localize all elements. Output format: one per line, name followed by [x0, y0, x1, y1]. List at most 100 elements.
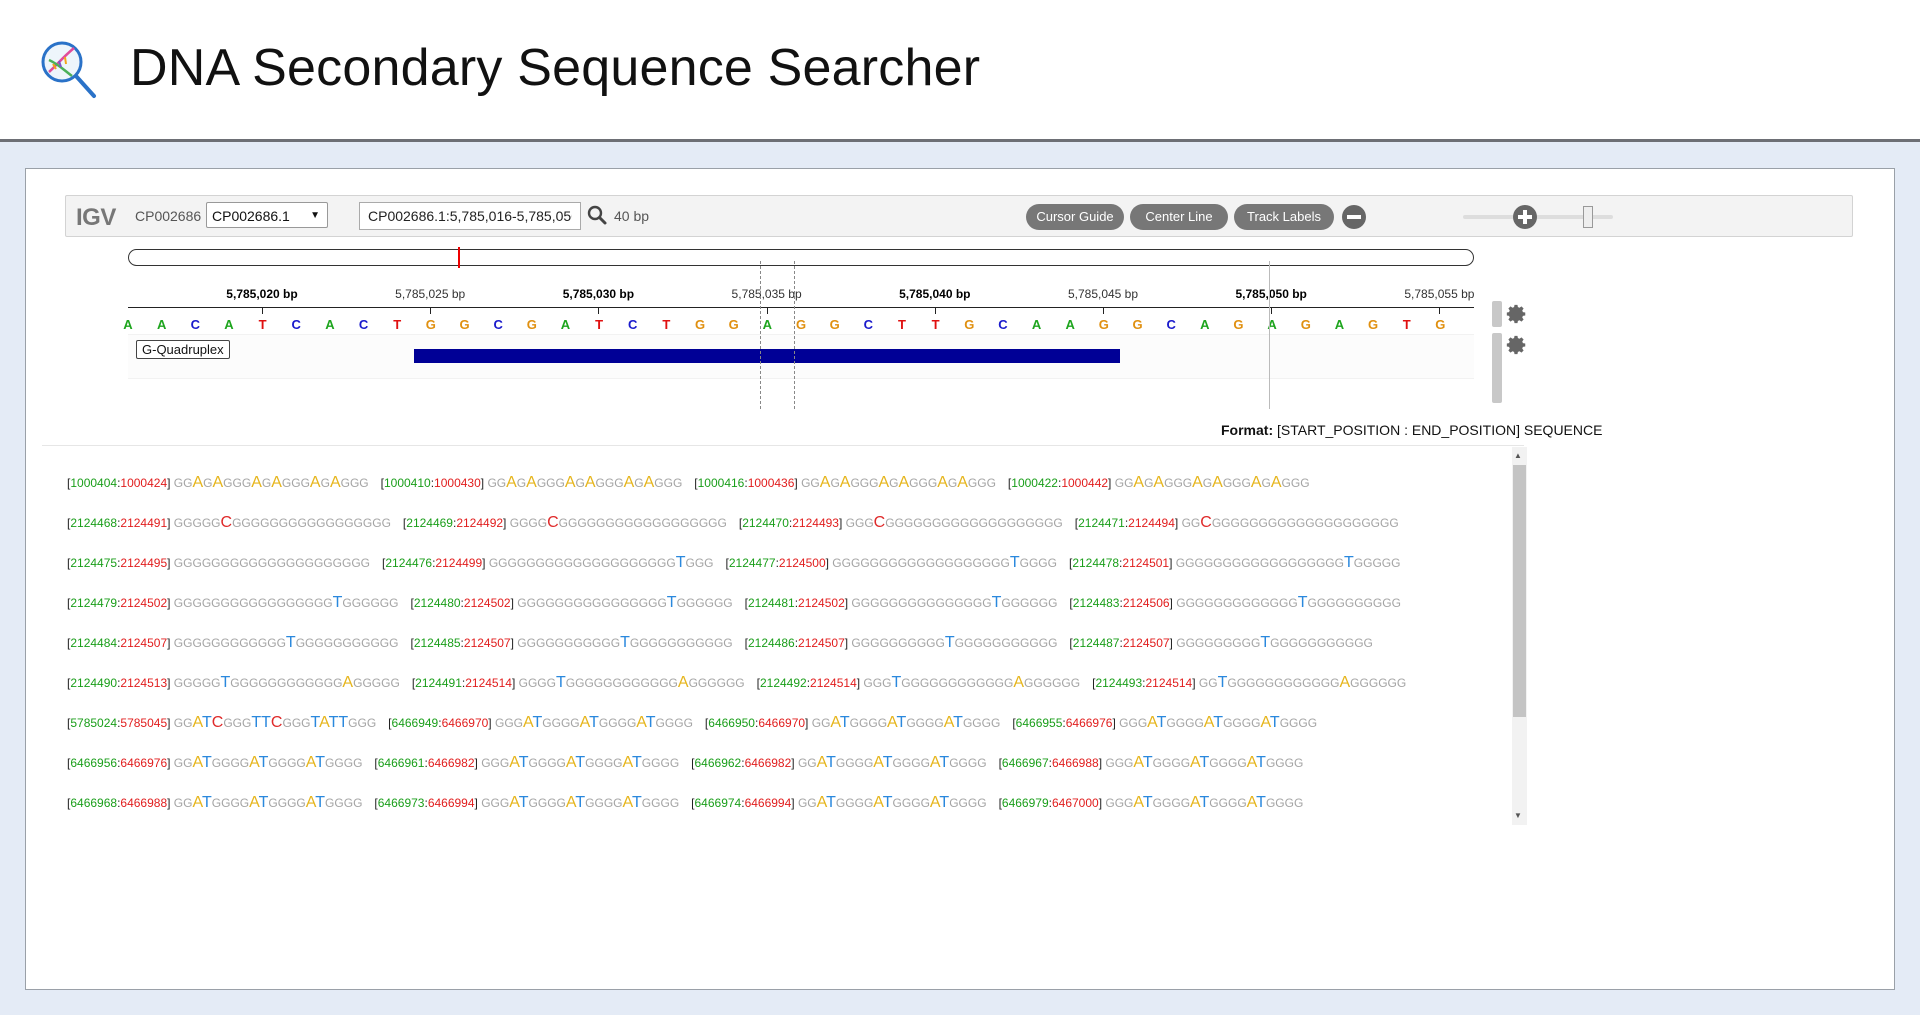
- sequence-track-handle[interactable]: [1492, 301, 1502, 327]
- result-end: 6466988: [120, 796, 168, 810]
- feature-track-handle[interactable]: [1492, 333, 1502, 403]
- sequence-base: C: [190, 317, 200, 332]
- result-entry[interactable]: [2124492:2124514] GGGTGGGGGGGGGGGGAGGGGG…: [757, 674, 1080, 692]
- result-entry[interactable]: [2124481:2124502] GGGGGGGGGGGGGGGTGGGGGG: [745, 594, 1058, 612]
- result-entry[interactable]: [2124476:2124499] GGGGGGGGGGGGGGGGGGGGTG…: [382, 554, 713, 572]
- cursor-guide-button[interactable]: Cursor Guide: [1026, 204, 1124, 230]
- sequence-base: A: [224, 317, 234, 332]
- result-entry[interactable]: [6466956:6466976] GGATGGGGATGGGGATGGGG: [67, 754, 362, 772]
- result-sequence: GGGGGGGGGGGGGTGGGGGGGGGG: [1176, 594, 1401, 611]
- result-entry[interactable]: [2124490:2124513] GGGGGTGGGGGGGGGGGGAGGG…: [67, 674, 400, 692]
- result-entry[interactable]: [2124469:2124492] GGGGCGGGGGGGGGGGGGGGGG…: [403, 514, 727, 532]
- result-end: 1000430: [434, 476, 481, 490]
- ruler-tick-label: 5,785,035 bp: [731, 287, 802, 301]
- sequence-base: C: [358, 317, 369, 332]
- result-sequence: GGGGCGGGGGGGGGGGGGGGGGG: [509, 514, 727, 531]
- result-sequence: GGGGGGGGGGGGGGGGGGTGGGGG: [1175, 554, 1401, 571]
- result-start: 2124479: [70, 596, 118, 610]
- results-scroll-thumb[interactable]: [1513, 465, 1526, 717]
- result-start: 6466974: [694, 796, 742, 810]
- result-row: [1000404:1000424] GGAGAGGGAGAGGGAGAGGG [1…: [67, 474, 1322, 492]
- sequence-base: A: [325, 317, 335, 332]
- igv-panel: IGV CP002686 CP002686.1 ▼ 40 bp Cursor G…: [25, 168, 1895, 990]
- result-entry[interactable]: [2124485:2124507] GGGGGGGGGGGTGGGGGGGGGG…: [410, 634, 732, 652]
- result-entry[interactable]: [1000416:1000436] GGAGAGGGAGAGGGAGAGGG: [694, 474, 996, 492]
- result-entry[interactable]: [2124487:2124507] GGGGGGGGGTGGGGGGGGGGG: [1069, 634, 1372, 652]
- result-row: [5785024:5785045] GGATCGGGTTCGGGTATTGGG […: [67, 714, 1329, 732]
- ruler-tick: [430, 308, 432, 314]
- result-sequence: GGGGGGGGGGGGGGGTGGGGGG: [851, 594, 1058, 611]
- g-quadruplex-feature[interactable]: [414, 349, 1120, 363]
- result-entry[interactable]: [1000410:1000430] GGAGAGGGAGAGGGAGAGGG: [381, 474, 683, 492]
- zoom-slider-thumb[interactable]: [1583, 206, 1593, 228]
- result-start: 2124481: [747, 596, 795, 610]
- chromosome-select[interactable]: CP002686.1 ▼: [206, 202, 328, 228]
- result-entry[interactable]: [6466967:6466988] GGGATGGGGATGGGGATGGGG: [999, 754, 1304, 772]
- result-end: 6466982: [427, 756, 475, 770]
- chromosome-ideogram[interactable]: [128, 249, 1474, 266]
- search-icon[interactable]: [586, 204, 608, 226]
- result-entry[interactable]: [6466968:6466988] GGATGGGGATGGGGATGGGG: [67, 794, 362, 812]
- result-entry[interactable]: [2124468:2124491] GGGGGCGGGGGGGGGGGGGGGG…: [67, 514, 391, 532]
- zoom-in-icon[interactable]: [1510, 202, 1540, 232]
- zoom-out-icon[interactable]: [1339, 202, 1369, 232]
- locus-search-input[interactable]: [359, 202, 581, 230]
- result-entry[interactable]: [1000422:1000442] GGAGAGGGAGAGGGAGAGGG: [1008, 474, 1310, 492]
- gear-icon[interactable]: [1506, 303, 1528, 325]
- result-sequence: GGAGAGGGAGAGGGAGAGGG: [1114, 474, 1310, 491]
- result-entry[interactable]: [6466961:6466982] GGGATGGGGATGGGGATGGGG: [374, 754, 679, 772]
- result-entry[interactable]: [2124484:2124507] GGGGGGGGGGGGTGGGGGGGGG…: [67, 634, 398, 652]
- sequence-base: A: [762, 317, 773, 332]
- scroll-up-icon[interactable]: ▲: [1514, 451, 1522, 460]
- result-end: 6466970: [441, 716, 489, 730]
- track-labels-button[interactable]: Track Labels: [1234, 204, 1334, 230]
- result-start: 6466956: [70, 756, 118, 770]
- sequence-base: G: [728, 317, 739, 332]
- sequence-base: T: [595, 317, 604, 332]
- result-entry[interactable]: [1000404:1000424] GGAGAGGGAGAGGGAGAGGG: [67, 474, 369, 492]
- result-sequence: GGAGAGGGAGAGGGAGAGGG: [801, 474, 996, 491]
- result-entry[interactable]: [6466950:6466970] GGATGGGGATGGGGATGGGG: [705, 714, 1000, 732]
- ruler-tick-label: 5,785,050 bp: [1235, 287, 1307, 301]
- sequence-base: G: [795, 317, 807, 332]
- sequence-base: A: [123, 317, 133, 332]
- chromosome-select-value: CP002686.1: [212, 208, 290, 224]
- result-entry[interactable]: [2124478:2124501] GGGGGGGGGGGGGGGGGGTGGG…: [1069, 554, 1400, 572]
- result-row: [2124484:2124507] GGGGGGGGGGGGTGGGGGGGGG…: [67, 634, 1385, 652]
- result-entry[interactable]: [6466962:6466982] GGATGGGGATGGGGATGGGG: [691, 754, 986, 772]
- result-entry[interactable]: [2124480:2124502] GGGGGGGGGGGGGGGGTGGGGG…: [410, 594, 732, 612]
- result-entry[interactable]: [2124471:2124494] GGCGGGGGGGGGGGGGGGGGGG…: [1075, 514, 1399, 532]
- dna-search-logo-icon: [41, 41, 96, 98]
- sequence-base: G: [1132, 317, 1143, 332]
- result-start: 2124490: [70, 676, 118, 690]
- result-end: 2124502: [463, 596, 511, 610]
- result-entry[interactable]: [6466979:6467000] GGGATGGGGATGGGGATGGGG: [999, 794, 1304, 812]
- gear-icon[interactable]: [1506, 334, 1528, 356]
- result-entry[interactable]: [6466974:6466994] GGATGGGGATGGGGATGGGG: [691, 794, 986, 812]
- result-entry[interactable]: [2124479:2124502] GGGGGGGGGGGGGGGGGTGGGG…: [67, 594, 398, 612]
- scroll-down-icon[interactable]: ▼: [1514, 811, 1522, 820]
- result-start: 6466961: [377, 756, 425, 770]
- result-entry[interactable]: [6466973:6466994] GGGATGGGGATGGGGATGGGG: [374, 794, 679, 812]
- result-entry[interactable]: [2124486:2124507] GGGGGGGGGGTGGGGGGGGGGG: [745, 634, 1058, 652]
- result-end: 2124493: [792, 516, 839, 530]
- result-end: 6466988: [1051, 756, 1099, 770]
- result-start: 6466955: [1015, 716, 1063, 730]
- result-end: 2124514: [1145, 676, 1193, 690]
- result-sequence: GGGGGGGGGGGGGGGGGGGTGGGG: [832, 554, 1057, 571]
- result-entry[interactable]: [2124491:2124514] GGGGTGGGGGGGGGGGGAGGGG…: [412, 674, 745, 692]
- sequence-base: G: [694, 317, 706, 332]
- center-line-button[interactable]: Center Line: [1130, 204, 1228, 230]
- result-sequence: GGGGTGGGGGGGGGGGGAGGGGGG: [518, 674, 745, 691]
- result-entry[interactable]: [6466949:6466970] GGGATGGGGATGGGGATGGGG: [388, 714, 693, 732]
- result-entry[interactable]: [2124483:2124506] GGGGGGGGGGGGGTGGGGGGGG…: [1069, 594, 1400, 612]
- result-start: 2124491: [415, 676, 462, 690]
- result-entry[interactable]: [6466955:6466976] GGGATGGGGATGGGGATGGGG: [1012, 714, 1317, 732]
- result-entry[interactable]: [2124470:2124493] GGGCGGGGGGGGGGGGGGGGGG…: [739, 514, 1063, 532]
- result-entry[interactable]: [2124477:2124500] GGGGGGGGGGGGGGGGGGGTGG…: [726, 554, 1057, 572]
- sequence-base: G: [1300, 317, 1311, 332]
- result-entry[interactable]: [5785024:5785045] GGATCGGGTTCGGGTATTGGG: [67, 714, 376, 732]
- result-entry[interactable]: [2124493:2124514] GGTGGGGGGGGGGGGAGGGGGG: [1092, 674, 1406, 692]
- result-entry[interactable]: [2124475:2124495] GGGGGGGGGGGGGGGGGGGGG: [67, 556, 370, 570]
- result-start: 6466973: [377, 796, 425, 810]
